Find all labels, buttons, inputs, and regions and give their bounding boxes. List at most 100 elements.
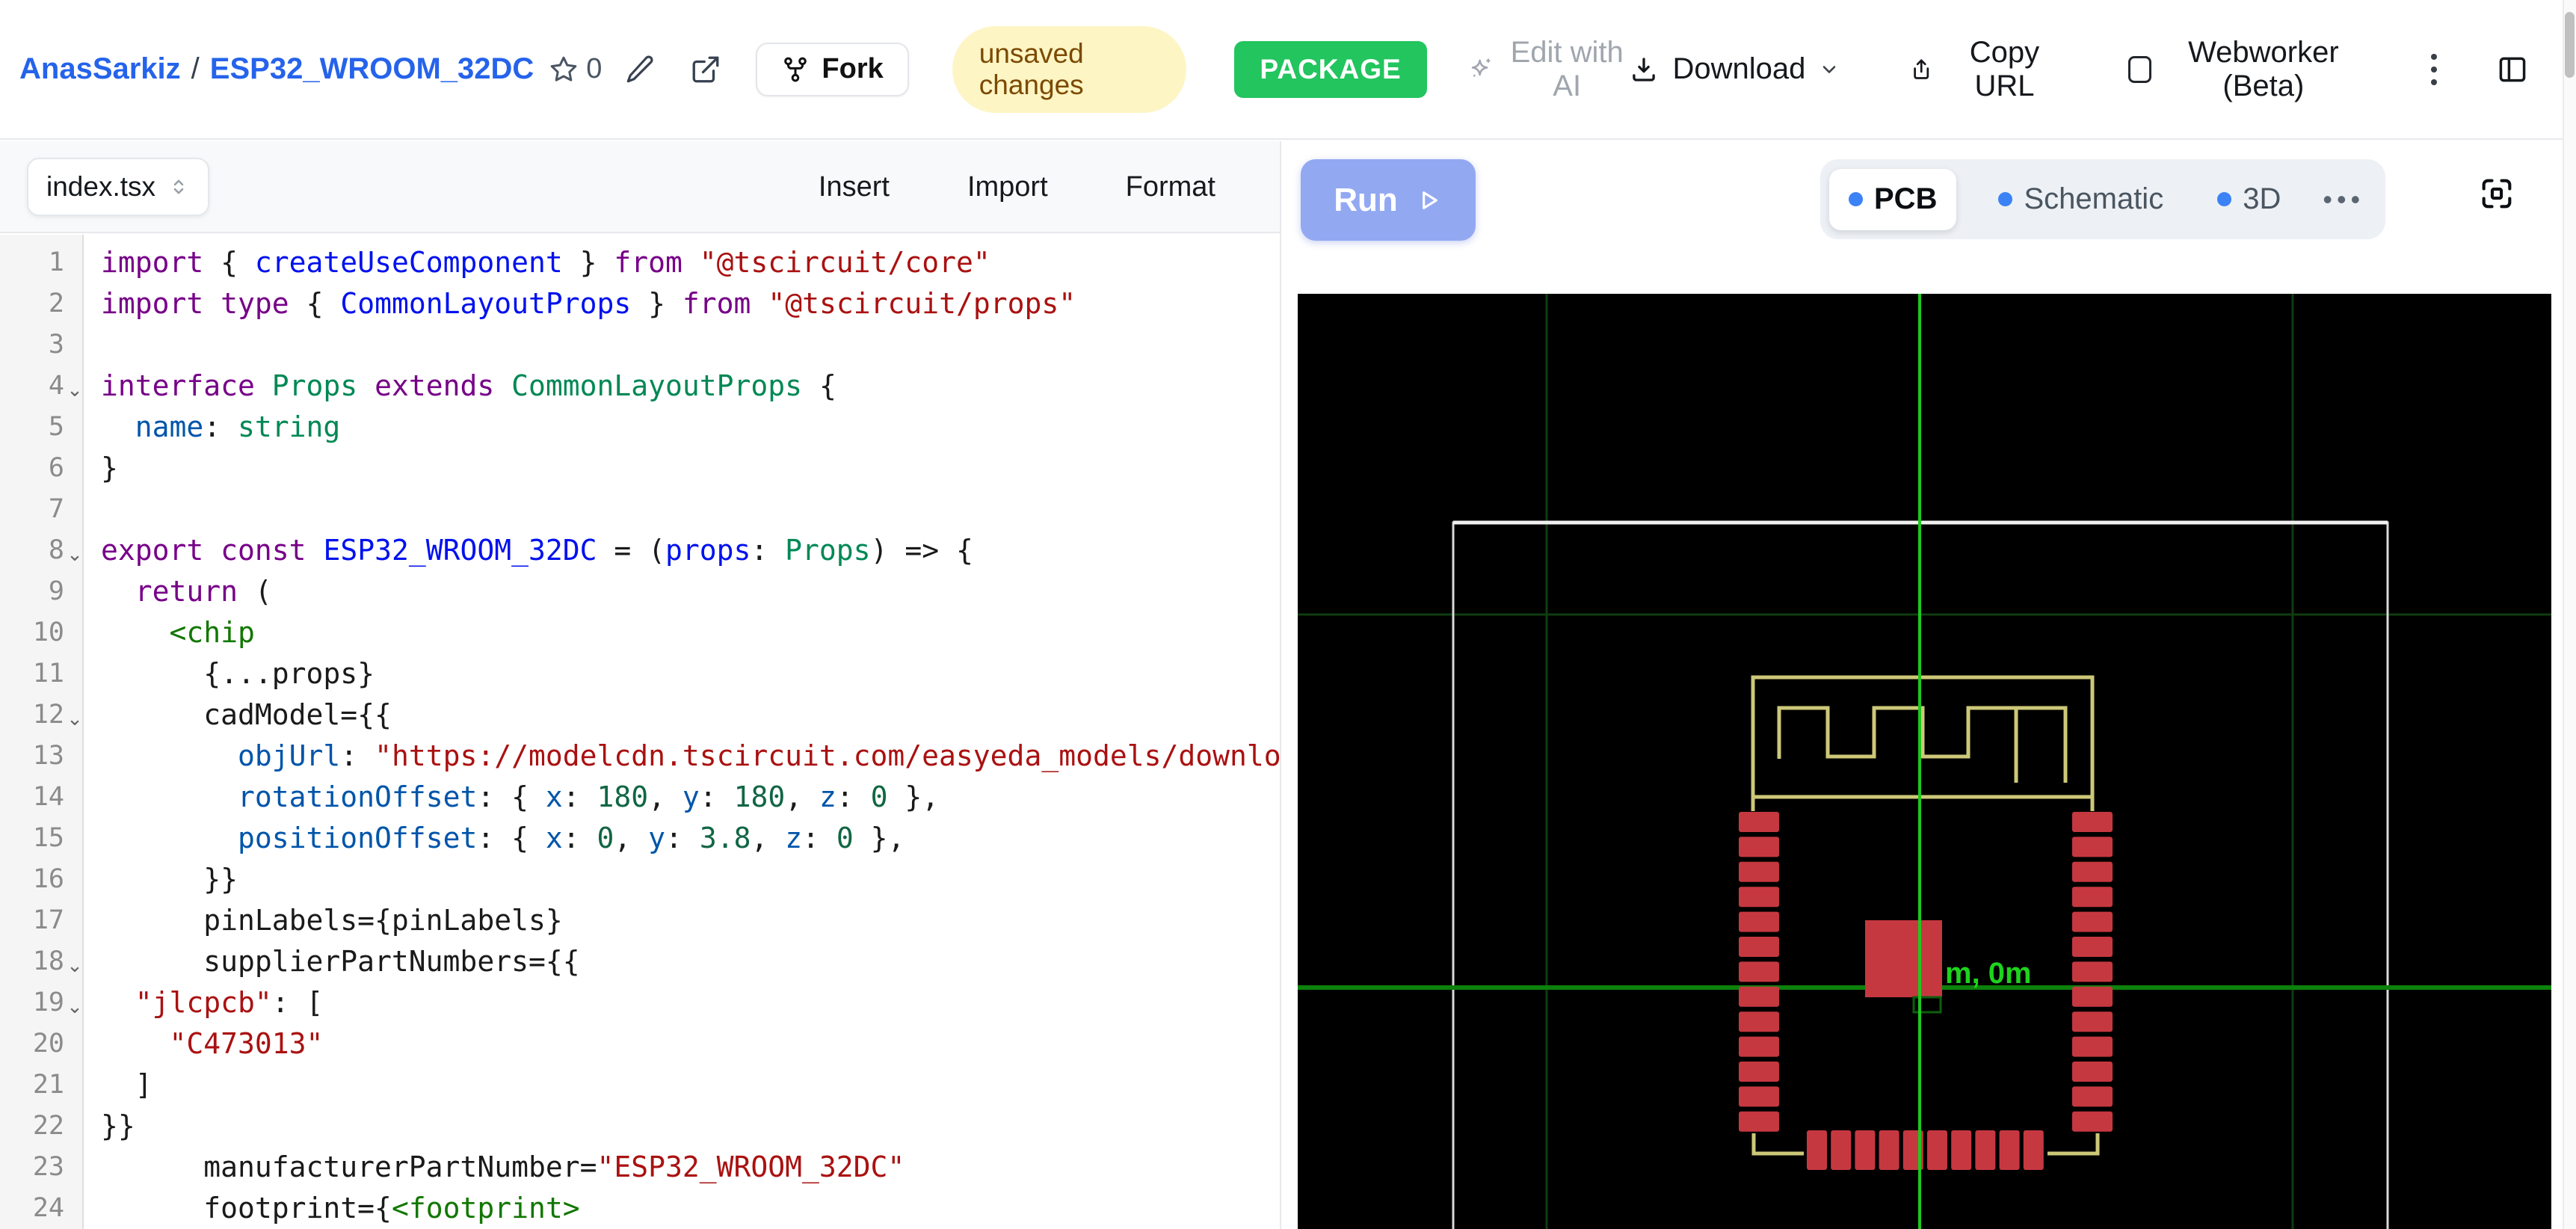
header: AnasSarkiz / ESP32_WROOM_32DC 0 Fork uns… [0,0,2563,140]
code-line[interactable]: 8⌄export const ESP32_WROOM_32DC = (props… [0,530,1280,571]
code-line[interactable]: 4⌄interface Props extends CommonLayoutPr… [0,366,1280,407]
fold-gutter-spacer [64,736,85,777]
tabs-more-button[interactable]: ••• [2323,184,2364,215]
fold-gutter-spacer [64,1106,85,1147]
tab-3d[interactable]: 3D [2205,169,2293,230]
line-number: 24 [0,1188,64,1229]
code-line[interactable]: 18⌄ supplierPartNumbers={{ [0,941,1280,982]
code-line[interactable]: 12⌄ cadModel={{ [0,694,1280,736]
code-line[interactable]: 15 positionOffset: { x: 0, y: 3.8, z: 0 … [0,818,1280,859]
code-line[interactable]: 5 name: string [0,407,1280,448]
run-button[interactable]: Run [1301,159,1476,241]
fold-gutter-spacer [64,900,85,941]
code-line[interactable]: 3 [0,324,1280,366]
code-line-content: }} [85,859,238,900]
line-number: 18 [0,941,64,982]
code-line[interactable]: 2import type { CommonLayoutProps } from … [0,283,1280,324]
tab-dot-icon [1998,192,2012,206]
editor-toolbar-buttons: Insert Import Format [819,141,1280,233]
code-line-content: } [85,448,118,489]
code-line[interactable]: 21 ] [0,1065,1280,1106]
line-number: 8 [0,530,64,571]
code-editor[interactable]: 1import { createUseComponent } from "@ts… [0,235,1280,1229]
line-number: 22 [0,1106,64,1147]
code-line[interactable]: 6} [0,448,1280,489]
code-line-content: rotationOffset: { x: 180, y: 180, z: 0 }… [85,777,939,818]
view-tabs: PCB Schematic 3D ••• [1820,159,2385,239]
code-line-content: return ( [85,571,272,612]
code-line[interactable]: 23 manufacturerPartNumber="ESP32_WROOM_3… [0,1147,1280,1188]
toggle-sidebar-button[interactable] [2495,53,2530,86]
insert-button[interactable]: Insert [819,171,890,203]
origin-label: m, 0m [1945,957,2032,990]
import-button[interactable]: Import [967,171,1048,203]
webworker-toggle[interactable]: Webworker (Beta) [2128,36,2362,103]
line-number: 12 [0,694,64,736]
fold-gutter-spacer [64,653,85,694]
code-line-content: name: string [85,407,340,448]
format-button[interactable]: Format [1126,171,1215,203]
fold-chevron-icon[interactable]: ⌄ [64,366,85,407]
tab-dot-icon [2217,192,2231,206]
code-line[interactable]: 13 objUrl: "https://modelcdn.tscircuit.c… [0,736,1280,777]
more-options-button[interactable] [2426,49,2441,90]
pcb-canvas[interactable]: m, 0m [1298,294,2551,1229]
code-line[interactable]: 7 [0,489,1280,530]
line-number: 6 [0,448,64,489]
code-line[interactable]: 16 }} [0,859,1280,900]
code-line[interactable]: 11 {...props} [0,653,1280,694]
code-line[interactable]: 22}} [0,1106,1280,1147]
fold-chevron-icon[interactable]: ⌄ [64,530,85,571]
edit-with-ai-button[interactable]: Edit with AI [1467,36,1628,103]
line-number: 10 [0,612,64,653]
line-number: 20 [0,1023,64,1065]
code-line-content: objUrl: "https://modelcdn.tscircuit.com/… [85,736,1280,777]
code-line-content: export const ESP32_WROOM_32DC = (props: … [85,530,973,571]
star-button[interactable]: 0 [549,53,602,85]
code-line[interactable]: 10 <chip [0,612,1280,653]
breadcrumb-package-link[interactable]: ESP32_WROOM_32DC [210,52,534,86]
webworker-checkbox[interactable] [2128,56,2151,83]
code-line-content: }} [85,1106,135,1147]
code-line-content: positionOffset: { x: 0, y: 3.8, z: 0 }, [85,818,905,859]
line-number: 4 [0,366,64,407]
tab-pcb[interactable]: PCB [1829,169,1956,230]
code-line[interactable]: 24 footprint={<footprint> [0,1188,1280,1229]
open-external-button[interactable] [690,54,721,85]
code-line[interactable]: 17 pinLabels={pinLabels} [0,900,1280,941]
fullscreen-button[interactable] [2474,171,2519,216]
line-number: 13 [0,736,64,777]
fold-chevron-icon[interactable]: ⌄ [64,941,85,982]
fork-icon [781,55,810,84]
tab-label: PCB [1874,182,1937,216]
code-line-content: "jlcpcb": [ [85,982,323,1023]
code-line[interactable]: 20 "C473013" [0,1023,1280,1065]
code-line-content: <chip [85,612,255,653]
code-line[interactable]: 1import { createUseComponent } from "@ts… [0,242,1280,283]
fold-gutter-spacer [64,448,85,489]
breadcrumb-owner-link[interactable]: AnasSarkiz [19,52,181,86]
fold-gutter-spacer [64,489,85,530]
fold-gutter-spacer [64,777,85,818]
code-line[interactable]: 19⌄ "jlcpcb": [ [0,982,1280,1023]
file-selector[interactable]: index.tsx [27,158,209,216]
pcb-render: m, 0m [1298,294,2551,1229]
share-up-icon [1908,54,1934,85]
fork-label: Fork [822,53,883,85]
fork-button[interactable]: Fork [756,43,908,96]
code-line[interactable]: 9 return ( [0,571,1280,612]
code-line-content: import type { CommonLayoutProps } from "… [85,283,1076,324]
code-line[interactable]: 14 rotationOffset: { x: 180, y: 180, z: … [0,777,1280,818]
run-label: Run [1334,182,1398,219]
page-scrollbar[interactable] [2563,0,2576,1229]
tab-schematic[interactable]: Schematic [1986,169,2175,230]
panel-left-icon [2495,53,2530,86]
code-line-content: pinLabels={pinLabels} [85,900,563,941]
fold-chevron-icon[interactable]: ⌄ [64,694,85,736]
fold-chevron-icon[interactable]: ⌄ [64,982,85,1023]
scrollbar-thumb[interactable] [2565,12,2575,78]
edit-title-button[interactable] [624,54,656,85]
copy-url-button[interactable]: Copy URL [1908,36,2061,103]
star-icon [549,55,579,84]
download-button[interactable]: Download [1628,52,1840,86]
